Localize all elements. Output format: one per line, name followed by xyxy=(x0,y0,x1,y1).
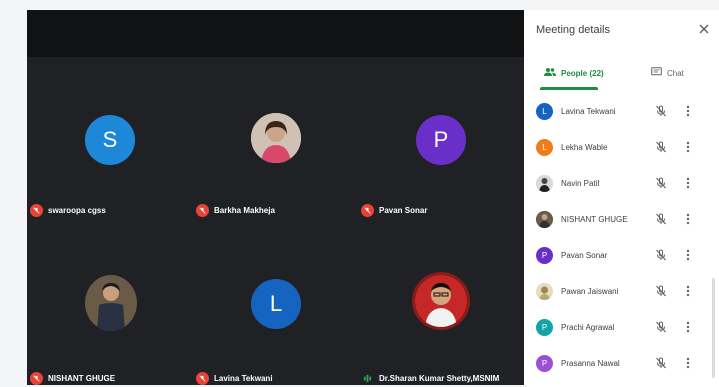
avatar-initial: L xyxy=(269,291,283,316)
tile-name: Lavina Tekwani xyxy=(214,374,273,383)
mic-off-icon xyxy=(30,204,43,217)
avatar-photo xyxy=(536,175,553,192)
tile-name: Barkha Makheja xyxy=(214,206,275,215)
meeting-details-panel: Meeting details People (22) Chat L Lavin… xyxy=(524,10,719,387)
participant-name: NISHANT GHUGE xyxy=(561,215,628,224)
more-options-icon[interactable] xyxy=(684,320,692,334)
avatar: P xyxy=(536,247,553,264)
avatar: L xyxy=(536,103,553,120)
scrollbar[interactable] xyxy=(712,278,715,378)
more-options-icon[interactable] xyxy=(684,356,692,370)
tile-name: Pavan Sonar xyxy=(379,206,428,215)
participant-tile[interactable]: P Pavan Sonar xyxy=(358,80,524,240)
avatar: P xyxy=(536,319,553,336)
tile-name-row: Lavina Tekwani xyxy=(196,372,273,385)
list-item[interactable]: Navin Patil xyxy=(524,166,714,202)
people-icon xyxy=(544,67,556,79)
mic-off-icon[interactable] xyxy=(654,248,668,262)
avatar-initial: L xyxy=(542,107,547,116)
tile-name: NISHANT GHUGE xyxy=(48,374,116,383)
mic-off-icon[interactable] xyxy=(654,140,668,154)
mic-off-icon xyxy=(361,204,374,217)
stage-top-strip xyxy=(27,10,524,57)
avatar-photo xyxy=(85,275,137,331)
mic-off-icon[interactable] xyxy=(654,176,668,190)
more-options-icon[interactable] xyxy=(684,140,692,154)
more-options-icon[interactable] xyxy=(684,176,692,190)
avatar: P xyxy=(416,115,466,165)
speaking-indicator-icon xyxy=(361,372,374,385)
list-item[interactable]: L Lekha Wable xyxy=(524,130,714,166)
tile-name-row: Barkha Makheja xyxy=(196,204,275,217)
video-grid: S swaroopa cgss Barkha Makheja P Pavan S… xyxy=(27,10,524,385)
list-item[interactable]: Pawan Jaiswani xyxy=(524,274,714,310)
list-item[interactable]: P Prachi Agrawal xyxy=(524,310,714,346)
avatar: L xyxy=(251,279,301,329)
avatar-photo xyxy=(536,211,553,228)
tab-people[interactable]: People (22) xyxy=(544,56,604,90)
tile-name-row: Dr.Sharan Kumar Shetty,MSNIM xyxy=(361,372,499,385)
more-options-icon[interactable] xyxy=(684,284,692,298)
panel-title: Meeting details xyxy=(536,24,610,36)
mic-off-icon[interactable] xyxy=(654,212,668,226)
avatar: P xyxy=(536,355,553,372)
participant-name: Lavina Tekwani xyxy=(561,107,616,116)
tab-chat-label: Chat xyxy=(667,68,684,78)
avatar-initial: P xyxy=(541,251,548,260)
more-options-icon[interactable] xyxy=(684,248,692,262)
participant-name: Lekha Wable xyxy=(561,143,608,152)
participant-tile[interactable]: L Lavina Tekwani xyxy=(193,242,359,385)
mic-off-icon xyxy=(30,372,43,385)
mic-off-icon[interactable] xyxy=(654,284,668,298)
mic-off-icon xyxy=(196,204,209,217)
tile-name: swaroopa cgss xyxy=(48,206,106,215)
active-tab-indicator xyxy=(540,87,598,90)
participant-name: Prachi Agrawal xyxy=(561,323,615,332)
avatar-initial: S xyxy=(102,127,118,152)
avatar-photo xyxy=(536,283,553,300)
avatar-initial: P xyxy=(541,323,548,332)
list-item[interactable]: P Pavan Sonar xyxy=(524,238,714,274)
avatar-initial: L xyxy=(542,143,547,152)
list-item[interactable]: NISHANT GHUGE xyxy=(524,202,714,238)
participant-tile[interactable]: S swaroopa cgss xyxy=(27,80,193,240)
chat-icon xyxy=(651,67,662,79)
participant-name: Pawan Jaiswani xyxy=(561,287,619,296)
participant-tile[interactable]: NISHANT GHUGE xyxy=(27,242,193,385)
avatar-initial: P xyxy=(433,127,449,152)
participant-name: Prasanna Nawal xyxy=(561,359,620,368)
panel-tabs: People (22) Chat xyxy=(524,56,719,90)
mic-off-icon xyxy=(196,372,209,385)
list-item[interactable]: L Lavina Tekwani xyxy=(524,94,714,130)
participant-tile[interactable]: Dr.Sharan Kumar Shetty,MSNIM xyxy=(358,242,524,385)
avatar-initial: P xyxy=(541,359,548,368)
tile-name-row: swaroopa cgss xyxy=(30,204,106,217)
avatar-photo xyxy=(251,113,301,163)
tile-name: Dr.Sharan Kumar Shetty,MSNIM xyxy=(379,374,500,383)
participant-name: Pavan Sonar xyxy=(561,251,608,260)
tile-name-row: NISHANT GHUGE xyxy=(30,372,115,385)
meet-window: S swaroopa cgss Barkha Makheja P Pavan S… xyxy=(0,0,719,387)
avatar: L xyxy=(536,139,553,156)
tab-chat[interactable]: Chat xyxy=(651,56,684,90)
mic-off-icon[interactable] xyxy=(654,320,668,334)
tile-name-row: Pavan Sonar xyxy=(361,204,427,217)
avatar: S xyxy=(85,115,135,165)
more-options-icon[interactable] xyxy=(684,212,692,226)
more-options-icon[interactable] xyxy=(684,104,692,118)
mic-off-icon[interactable] xyxy=(654,104,668,118)
list-item[interactable]: P Prasanna Nawal xyxy=(524,346,714,382)
tab-people-label: People (22) xyxy=(561,68,604,78)
close-icon[interactable] xyxy=(696,21,712,37)
mic-off-icon[interactable] xyxy=(654,356,668,370)
participant-name: Navin Patil xyxy=(561,179,600,188)
participant-tile[interactable]: Barkha Makheja xyxy=(193,80,359,240)
avatar-photo xyxy=(412,272,470,330)
